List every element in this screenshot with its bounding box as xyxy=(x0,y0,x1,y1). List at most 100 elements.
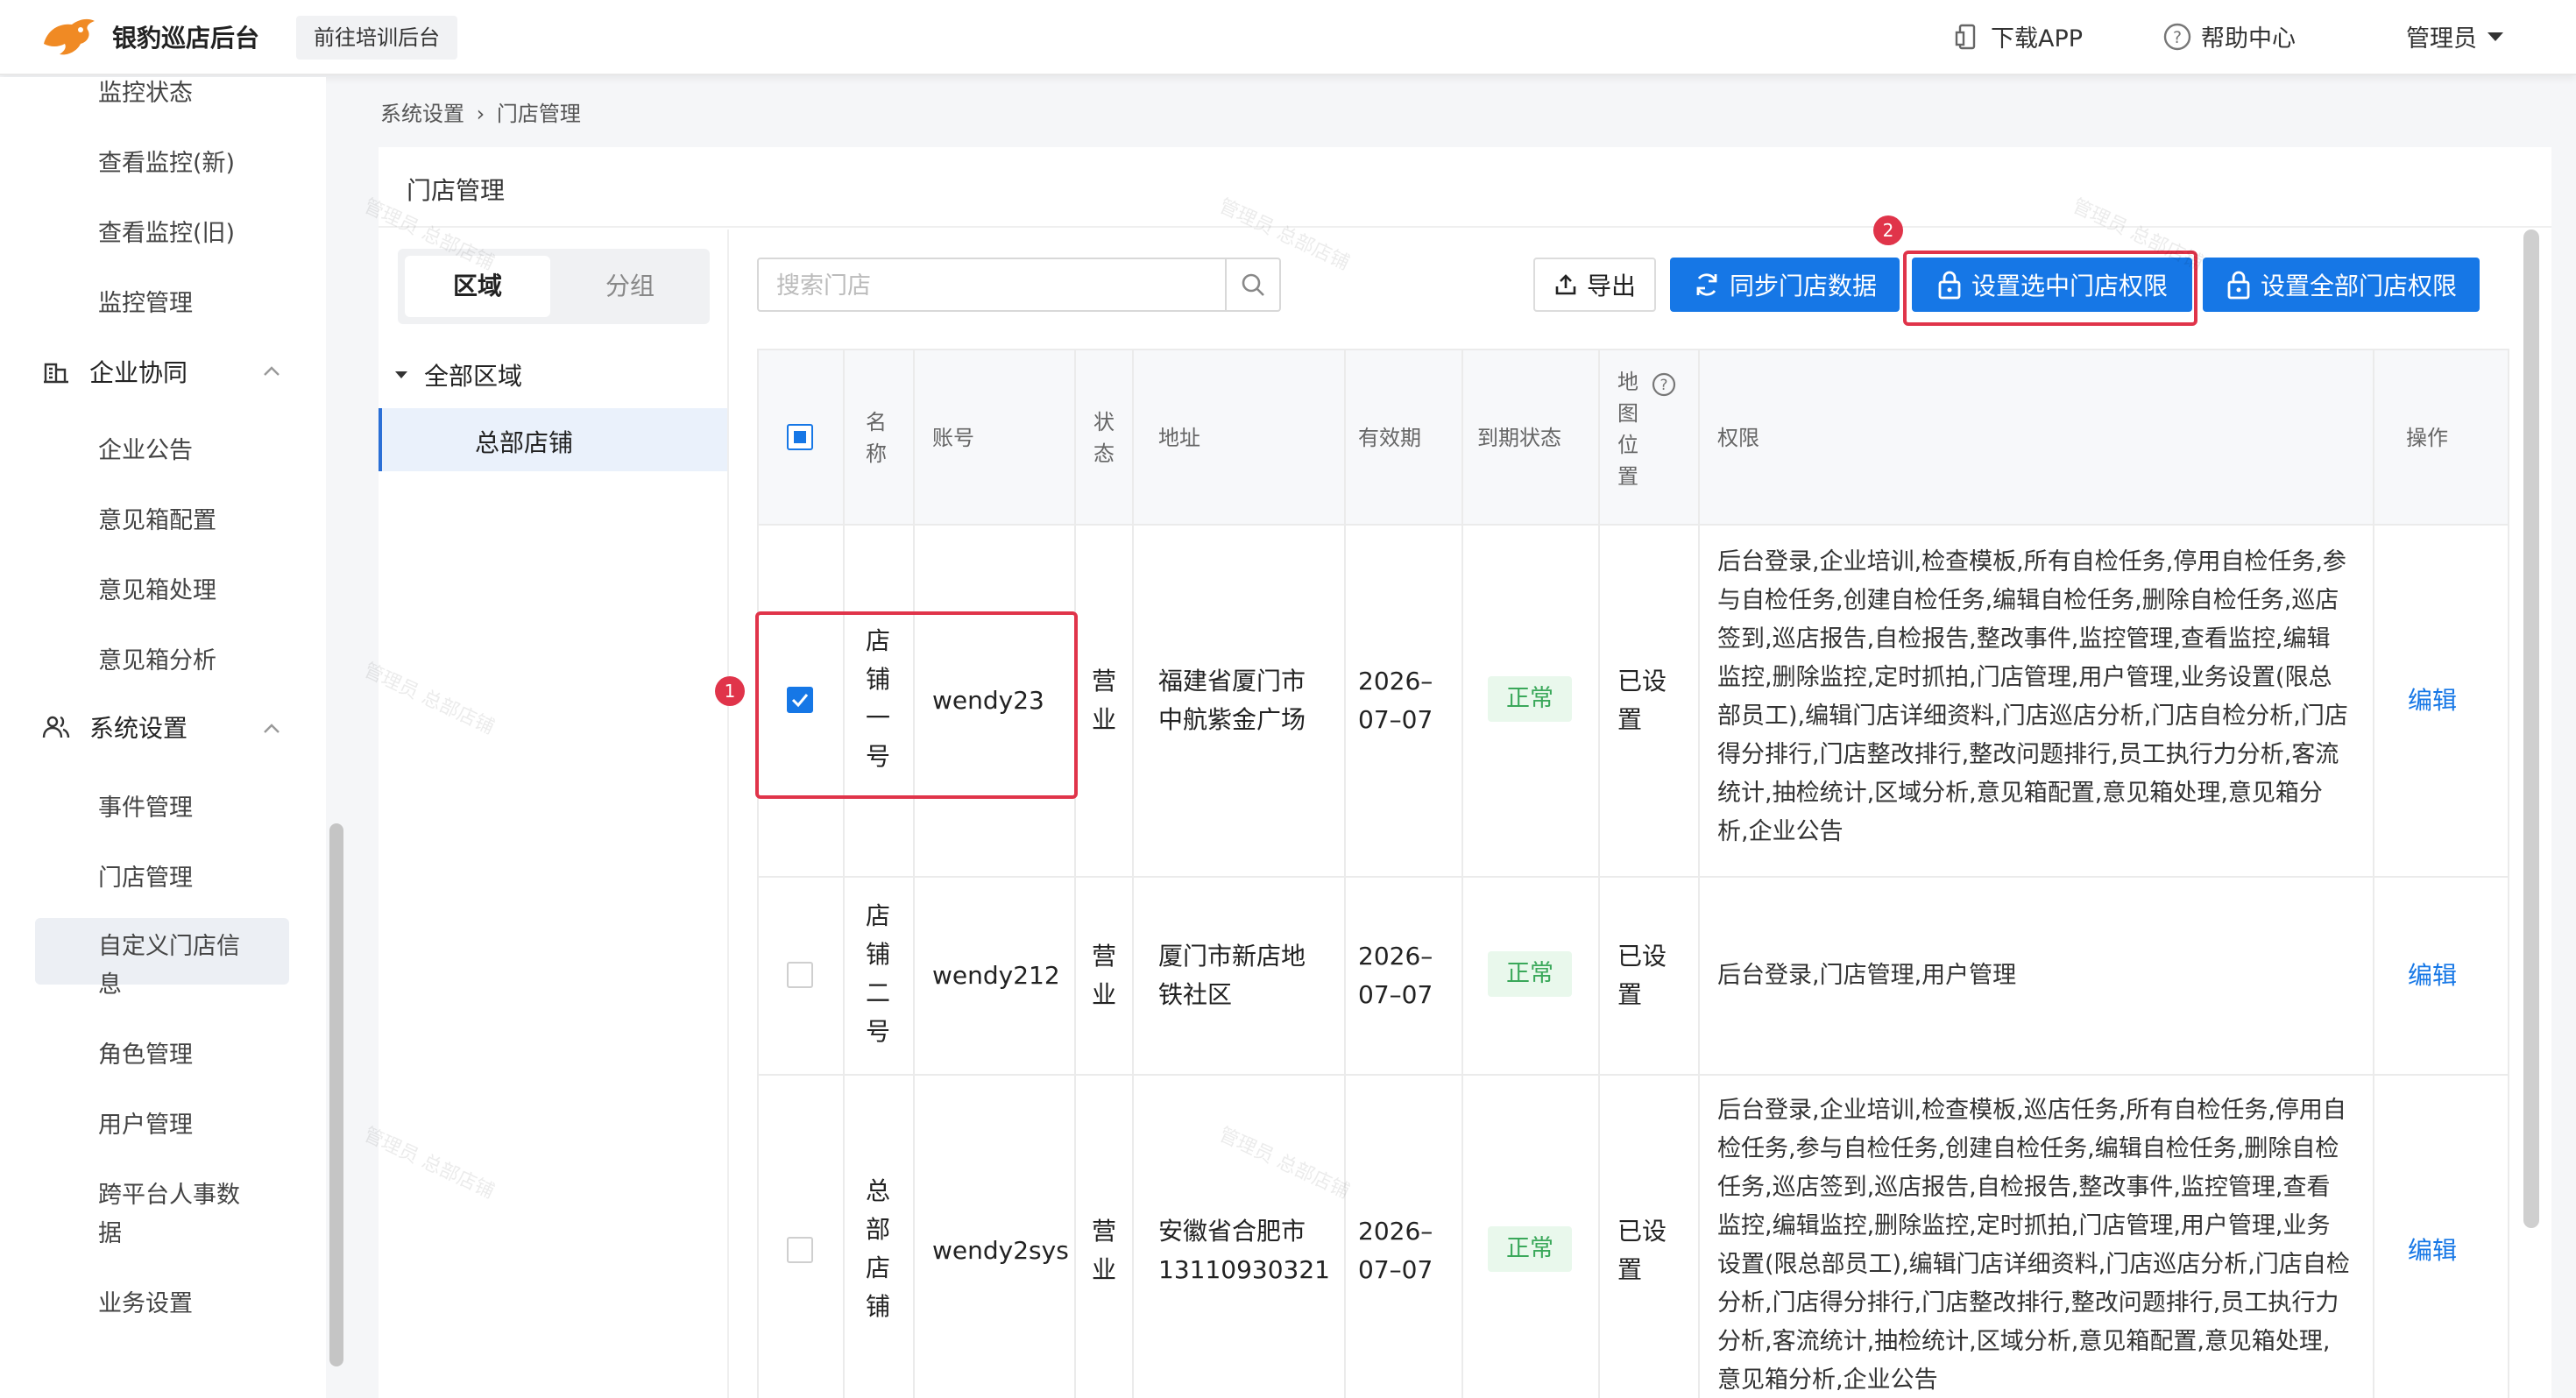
store-status: 营业 xyxy=(1092,1217,1117,1284)
chevron-up-icon xyxy=(264,724,280,733)
tab-region[interactable]: 区域 xyxy=(405,256,550,317)
user-name: 管理员 xyxy=(2406,25,2477,53)
map-status: 已设置 xyxy=(1617,942,1667,1009)
download-app-link[interactable]: 下载APP xyxy=(1952,19,2083,53)
sidebar-group-system[interactable]: 系统设置 xyxy=(42,710,188,745)
header-expiry-status: 到期状态 xyxy=(1477,426,1561,450)
caret-down-icon xyxy=(2488,32,2503,41)
map-status: 已设置 xyxy=(1617,1217,1667,1284)
sidebar-item-events[interactable]: 事件管理 xyxy=(98,788,193,823)
phone-icon xyxy=(1955,24,1976,49)
header-name: 名称 xyxy=(866,410,887,466)
store-status: 营业 xyxy=(1092,667,1117,734)
store-name: 总部店铺 xyxy=(865,1176,890,1321)
sidebar-item-feedback-handle[interactable]: 意见箱处理 xyxy=(98,571,216,605)
download-app-label: 下载APP xyxy=(1991,25,2084,53)
highlight-box-row1 xyxy=(755,611,1078,799)
search-icon xyxy=(1242,273,1264,296)
export-label: 导出 xyxy=(1586,272,1636,300)
tree-node-hq-store[interactable]: 总部店铺 xyxy=(475,424,573,459)
svg-text:?: ? xyxy=(2173,28,2182,47)
sidebar-item-view-monitor-new[interactable]: 查看监控(新) xyxy=(98,144,235,178)
set-all-store-permission-button[interactable]: 设置全部门店权限 xyxy=(2203,258,2480,312)
expiry-status-badge: 正常 xyxy=(1488,951,1572,997)
breadcrumb: 系统设置 › 门店管理 xyxy=(380,96,581,127)
sidebar-item-feedback-config[interactable]: 意见箱配置 xyxy=(98,501,216,535)
highlight-box-set-selected xyxy=(1903,251,2197,326)
header-valid-period: 有效期 xyxy=(1358,426,1421,450)
expiry-status-badge: 正常 xyxy=(1488,676,1572,722)
building-icon xyxy=(44,363,68,384)
sidebar-item-store-manage[interactable]: 门店管理 xyxy=(98,858,193,893)
lock-icon xyxy=(2227,271,2250,300)
store-address: 厦门市新店地 铁社区 xyxy=(1158,942,1306,1009)
store-valid-period: 2026– 07–07 xyxy=(1358,1217,1433,1284)
breadcrumb-separator: › xyxy=(476,102,485,126)
map-status: 已设置 xyxy=(1617,667,1667,734)
go-training-button[interactable]: 前往培训后台 xyxy=(296,16,457,60)
row-checkbox[interactable] xyxy=(787,962,813,988)
export-button[interactable]: 导出 xyxy=(1533,258,1656,312)
export-icon xyxy=(1555,274,1576,295)
store-valid-period: 2026– 07–07 xyxy=(1358,667,1433,734)
store-table: 名称 账号 状态 地址 有效期 到期状态 地图位置 ? 权限 操作 店铺一号 w… xyxy=(757,349,2509,1398)
content-scrollbar[interactable] xyxy=(2523,229,2539,1228)
expiry-status-badge: 正常 xyxy=(1488,1226,1572,1272)
set-all-label: 设置全部门店权限 xyxy=(2260,272,2457,300)
store-account: wendy2sys xyxy=(932,1236,1069,1265)
panel-vertical-divider xyxy=(727,229,729,1398)
store-valid-period: 2026– 07–07 xyxy=(1358,942,1433,1009)
search-button[interactable] xyxy=(1225,259,1279,310)
header-status: 状态 xyxy=(1093,410,1115,466)
search-input[interactable] xyxy=(776,268,1214,303)
sidebar-scrollbar[interactable] xyxy=(329,823,343,1366)
tab-group[interactable]: 分组 xyxy=(557,256,703,317)
question-circle-icon: ? xyxy=(2163,23,2191,50)
sidebar-item-custom-store-info-line2: 息 xyxy=(98,971,122,999)
store-address: 安徽省合肥市 13110930321 xyxy=(1158,1217,1330,1284)
header-permissions: 权限 xyxy=(1717,426,1759,450)
edit-link[interactable]: 编辑 xyxy=(2408,957,2457,992)
store-search xyxy=(757,258,1281,312)
edit-link[interactable]: 编辑 xyxy=(2408,681,2457,717)
sidebar-item-users[interactable]: 用户管理 xyxy=(98,1105,193,1140)
sidebar-item-monitor-manage[interactable]: 监控管理 xyxy=(98,284,193,318)
caret-down-icon xyxy=(395,371,407,378)
store-name: 店铺二号 xyxy=(865,901,890,1046)
header-operations: 操作 xyxy=(2406,426,2448,450)
header-address: 地址 xyxy=(1158,426,1200,450)
question-circle-icon[interactable]: ? xyxy=(1651,371,1677,398)
sidebar-group-system-label: 系统设置 xyxy=(89,714,188,743)
header-map-position: 地图位置 xyxy=(1617,370,1638,489)
page-title: 门店管理 xyxy=(407,176,506,205)
sync-store-data-button[interactable]: 同步门店数据 xyxy=(1670,258,1900,312)
help-center-link[interactable]: ? 帮助中心 xyxy=(2162,19,2296,53)
svg-text:?: ? xyxy=(1660,377,1667,394)
sidebar-group-enterprise-label: 企业协同 xyxy=(89,358,188,387)
tree-root-all-regions[interactable]: 全部区域 xyxy=(394,357,522,392)
brand-name: 银豹巡店后台 xyxy=(112,24,260,53)
select-all-checkbox[interactable] xyxy=(787,424,813,450)
sidebar-item-custom-store-info[interactable]: 自定义门店信 xyxy=(98,927,240,961)
edit-link[interactable]: 编辑 xyxy=(2408,1232,2457,1267)
step-badge-1: 1 xyxy=(715,676,745,706)
sidebar-group-enterprise[interactable]: 企业协同 xyxy=(42,354,188,389)
user-menu[interactable]: 管理员 xyxy=(2406,19,2505,53)
sidebar-item-monitor-status[interactable]: 监控状态 xyxy=(98,74,193,108)
sidebar-item-view-monitor-old[interactable]: 查看监控(旧) xyxy=(98,214,235,248)
sync-icon xyxy=(1696,273,1717,296)
store-status: 营业 xyxy=(1092,942,1117,1009)
region-group-tabs: 区域 分组 xyxy=(398,249,710,324)
title-divider xyxy=(379,226,2551,228)
sidebar-item-business-settings[interactable]: 业务设置 xyxy=(98,1284,193,1318)
sidebar-item-hr-data-line2: 据 xyxy=(98,1220,122,1247)
store-account: wendy212 xyxy=(932,961,1060,990)
breadcrumb-parent[interactable]: 系统设置 xyxy=(380,102,464,126)
sidebar-item-roles[interactable]: 角色管理 xyxy=(98,1035,193,1070)
sidebar-item-feedback-analysis[interactable]: 意见箱分析 xyxy=(98,641,216,675)
sidebar-item-hr-data[interactable]: 跨平台人事数 xyxy=(98,1176,240,1210)
help-center-label: 帮助中心 xyxy=(2201,25,2296,53)
sidebar-item-announcement[interactable]: 企业公告 xyxy=(98,431,193,465)
row-checkbox[interactable] xyxy=(787,1237,813,1263)
store-address: 福建省厦门市 中航紫金广场 xyxy=(1158,667,1306,734)
